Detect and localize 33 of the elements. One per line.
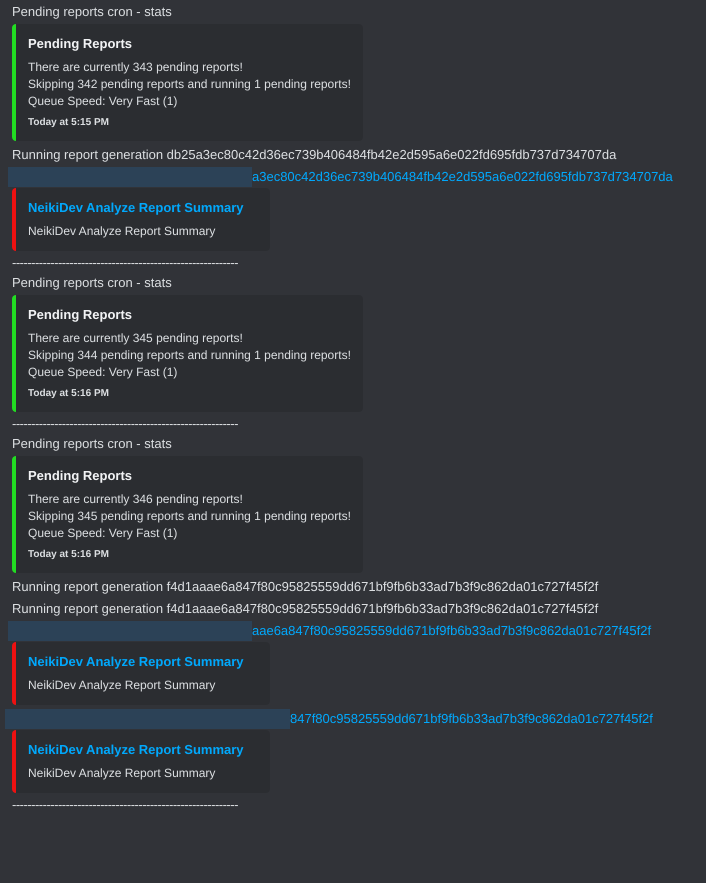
embed-text: Queue Speed: Very Fast (1) [28,93,178,110]
embed-text: NeikiDev Analyze Report Summary [28,765,216,782]
embed-text: There are currently 346 pending reports! [28,491,244,508]
embed-text: Queue Speed: Very Fast (1) [28,364,178,381]
embed-title: Pending Reports [28,35,134,53]
embed-text: There are currently 345 pending reports! [28,330,244,347]
embed-title-link[interactable]: NeikiDev Analyze Report Summary [28,199,262,217]
embed-title: Pending Reports [28,467,134,485]
message-text: Pending reports cron - stats [11,274,173,292]
message-text: Pending reports cron - stats [11,435,173,453]
embed-title-link[interactable]: NeikiDev Analyze Report Summary [28,653,262,671]
link[interactable]: aae6a847f80c95825559dd671bf9fb6b33ad7b3f9c862da01c727f45f2f [252,620,652,640]
embed-text: Skipping 342 pending reports and running 1 pending reports! [28,76,352,93]
embed-text: Queue Speed: Very Fast (1) [28,525,178,542]
dashed-divider-text: ----------------------------------------------------------- [11,254,239,272]
dashed-divider-text: ----------------------------------------------------------- [11,415,239,433]
embed-text: NeikiDev Analyze Report Summary [28,677,216,694]
embed-text: There are currently 343 pending reports! [28,59,244,76]
dashed-divider-text: ----------------------------------------------------------- [11,796,239,814]
message-text: Running report generation db25a3ec80c42d36ec739b406484fb42e2d595a6e022fd695fdb737d734707da [11,146,618,164]
embed-timestamp: Today at 5:15 PM [28,116,110,130]
embed-title-link[interactable]: NeikiDev Analyze Report Summary [28,741,262,759]
message-text: Running report generation f4d1aaae6a847f80c95825559dd671bf9fb6b33ad7b3f9c862da01c727f45f2f [11,600,600,618]
embed-text: Skipping 345 pending reports and running 1 pending reports! [28,508,352,525]
embed-timestamp: Today at 5:16 PM [28,387,110,401]
embed-title: Pending Reports [28,306,134,324]
link[interactable]: a3ec80c42d36ec739b406484fb42e2d595a6e022fd695fdb737d734707da [252,166,673,186]
embed-timestamp: Today at 5:16 PM [28,548,110,562]
link[interactable]: 847f80c95825559dd671bf9fb6b33ad7b3f9c862da01c727f45f2f [290,708,653,728]
embed-text: Skipping 344 pending reports and running 1 pending reports! [28,347,352,364]
embed-text: NeikiDev Analyze Report Summary [28,223,216,240]
message-text: Running report generation f4d1aaae6a847f80c95825559dd671bf9fb6b33ad7b3f9c862da01c727f45f2f [11,578,600,596]
message-text: Pending reports cron - stats [11,3,173,21]
